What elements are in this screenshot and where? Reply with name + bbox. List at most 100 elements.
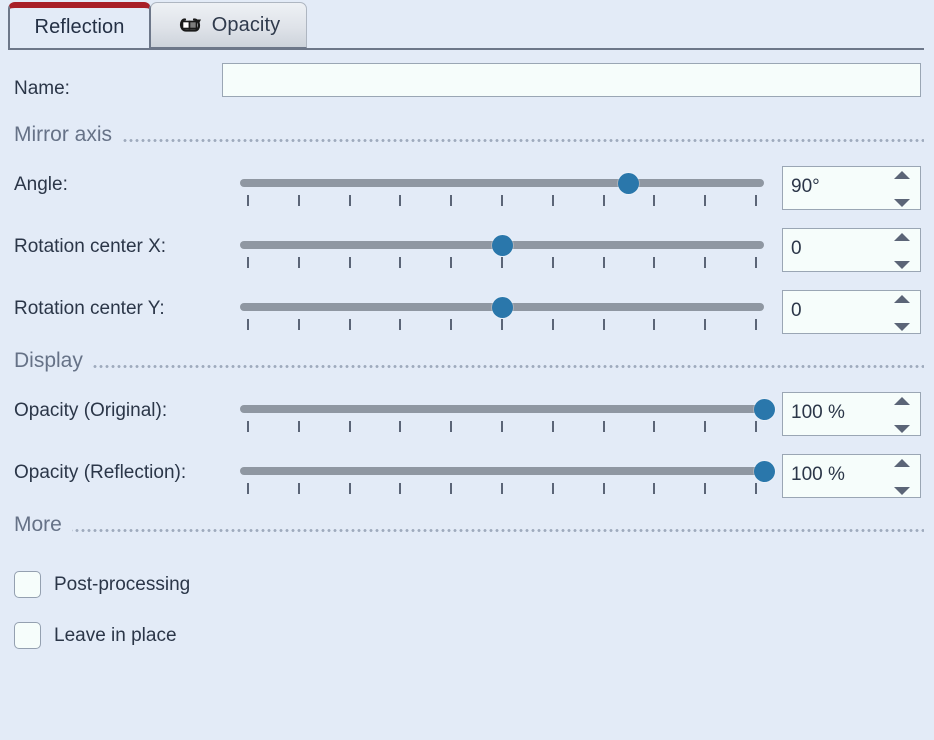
opacity-reflection-increment-icon[interactable] — [894, 459, 910, 467]
slider-tick — [298, 195, 300, 206]
post-processing-checkbox[interactable] — [14, 571, 41, 598]
rotation-center-y-decrement-icon[interactable] — [894, 323, 910, 331]
opacity-original-slider-handle[interactable] — [754, 399, 775, 420]
slider-tick — [298, 319, 300, 330]
panel-content: Name: Mirror axis Angle: 90° Rotation ce… — [0, 61, 934, 663]
opacity-reflection-slider-track[interactable] — [240, 467, 764, 475]
opacity-original-decrement-icon[interactable] — [894, 425, 910, 433]
checkbox-row-post-processing: Post-processing — [0, 561, 934, 612]
rotation-center-x-slider[interactable] — [240, 219, 764, 281]
section-display-title: Display — [14, 349, 93, 373]
slider-tick — [349, 319, 351, 330]
slider-tick — [552, 319, 554, 330]
slider-tick — [603, 483, 605, 494]
slider-tick — [450, 257, 452, 268]
opacity-reflection-spin-buttons — [893, 459, 911, 495]
name-input[interactable] — [222, 63, 921, 97]
slider-tick — [450, 483, 452, 494]
rotation-center-y-spin-buttons — [893, 295, 911, 331]
angle-slider-track[interactable] — [240, 179, 764, 187]
slider-row-angle: Angle: 90° — [0, 157, 934, 219]
angle-spinbox[interactable]: 90° — [782, 166, 921, 210]
slider-tick — [298, 257, 300, 268]
slider-tick — [603, 257, 605, 268]
tab-reflection[interactable]: Reflection — [8, 2, 151, 48]
section-more: More — [0, 513, 934, 547]
name-label: Name: — [14, 78, 70, 100]
checkbox-row-leave-in-place: Leave in place — [0, 612, 934, 663]
opacity-original-spinbox[interactable]: 100 % — [782, 392, 921, 436]
slider-tick — [552, 257, 554, 268]
slider-tick — [653, 483, 655, 494]
opacity-original-slider-track[interactable] — [240, 405, 764, 413]
slider-tick — [247, 195, 249, 206]
rotation-center-x-label: Rotation center X: — [14, 236, 166, 258]
angle-value: 90° — [791, 176, 820, 198]
tab-reflection-label: Reflection — [35, 16, 125, 39]
slider-row-rotation-center-y: Rotation center Y: 0 — [0, 281, 934, 343]
leave-in-place-checkbox[interactable] — [14, 622, 41, 649]
slider-tick — [247, 421, 249, 432]
section-divider — [14, 529, 924, 532]
slider-tick — [552, 483, 554, 494]
slider-tick — [501, 319, 503, 330]
opacity-reflection-slider[interactable] — [240, 445, 764, 507]
slider-tick — [755, 195, 757, 206]
angle-spin-buttons — [893, 171, 911, 207]
rotation-center-x-slider-handle[interactable] — [492, 235, 513, 256]
slider-tick — [247, 319, 249, 330]
rotation-center-y-slider-handle[interactable] — [492, 297, 513, 318]
slider-tick — [653, 421, 655, 432]
opacity-original-slider[interactable] — [240, 383, 764, 445]
reflection-icon — [177, 13, 203, 37]
slider-tick — [501, 195, 503, 206]
slider-tick — [704, 319, 706, 330]
angle-slider-handle[interactable] — [618, 173, 639, 194]
rotation-center-y-slider[interactable] — [240, 281, 764, 343]
section-more-title: More — [14, 513, 72, 537]
opacity-reflection-label: Opacity (Reflection): — [14, 462, 186, 484]
opacity-original-increment-icon[interactable] — [894, 397, 910, 405]
rotation-center-x-decrement-icon[interactable] — [894, 261, 910, 269]
angle-decrement-icon[interactable] — [894, 199, 910, 207]
slider-tick — [603, 421, 605, 432]
rotation-center-y-increment-icon[interactable] — [894, 295, 910, 303]
angle-increment-icon[interactable] — [894, 171, 910, 179]
slider-tick — [552, 421, 554, 432]
slider-tick — [399, 319, 401, 330]
opacity-reflection-spinbox[interactable]: 100 % — [782, 454, 921, 498]
rotation-center-y-spinbox[interactable]: 0 — [782, 290, 921, 334]
slider-tick — [501, 257, 503, 268]
rotation-center-x-spinbox[interactable]: 0 — [782, 228, 921, 272]
slider-tick — [247, 257, 249, 268]
rotation-center-y-value: 0 — [791, 300, 802, 322]
slider-tick — [399, 421, 401, 432]
slider-row-opacity-original: Opacity (Original): 100 % — [0, 383, 934, 445]
slider-tick — [349, 421, 351, 432]
slider-tick — [450, 421, 452, 432]
rotation-center-x-increment-icon[interactable] — [894, 233, 910, 241]
opacity-original-slider-ticks — [248, 421, 756, 433]
opacity-reflection-slider-handle[interactable] — [754, 461, 775, 482]
slider-tick — [501, 483, 503, 494]
slider-tick — [653, 257, 655, 268]
opacity-reflection-slider-ticks — [248, 483, 756, 495]
slider-tick — [704, 257, 706, 268]
angle-slider[interactable] — [240, 157, 764, 219]
slider-tick — [603, 319, 605, 330]
slider-tick — [349, 195, 351, 206]
opacity-original-spin-buttons — [893, 397, 911, 433]
slider-tick — [399, 483, 401, 494]
rotation-center-x-slider-ticks — [248, 257, 756, 269]
slider-tick — [704, 195, 706, 206]
post-processing-label: Post-processing — [54, 574, 190, 596]
opacity-reflection-decrement-icon[interactable] — [894, 487, 910, 495]
angle-slider-ticks — [248, 195, 756, 207]
slider-row-opacity-reflection: Opacity (Reflection): 100 % — [0, 445, 934, 507]
tab-opacity[interactable]: Opacity — [150, 2, 307, 48]
slider-tick — [247, 483, 249, 494]
slider-tick — [298, 483, 300, 494]
slider-tick — [704, 421, 706, 432]
angle-label: Angle: — [14, 174, 68, 196]
slider-tick — [653, 319, 655, 330]
